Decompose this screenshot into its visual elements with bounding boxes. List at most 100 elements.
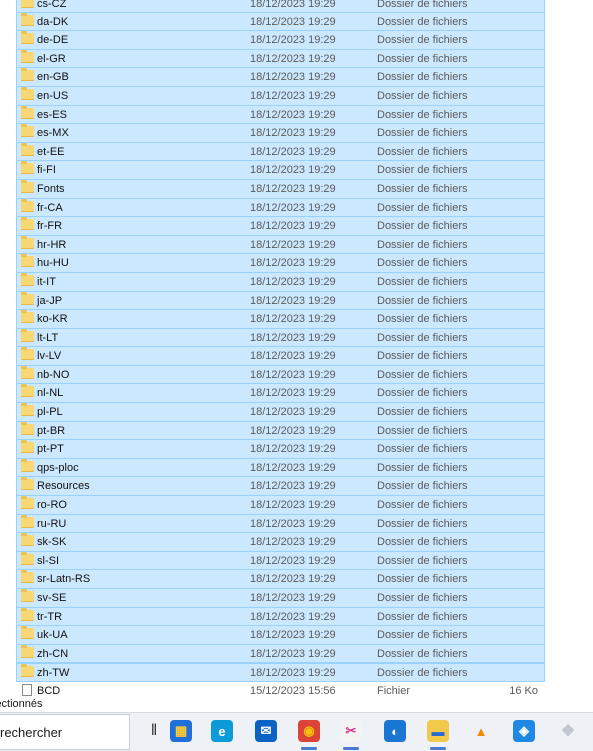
folder-row[interactable]: fr-CA 18/12/2023 19:29 Dossier de fichiers bbox=[16, 198, 545, 218]
file-type: Dossier de fichiers bbox=[377, 89, 468, 102]
folder-row[interactable]: nl-NL 18/12/2023 19:29 Dossier de fichiers bbox=[16, 384, 545, 404]
file-type: Dossier de fichiers bbox=[377, 368, 468, 381]
file-type: Dossier de fichiers bbox=[377, 480, 468, 493]
app-store-blue-icon[interactable]: ◈ bbox=[513, 720, 535, 742]
folder-row[interactable]: pt-PT 18/12/2023 19:29 Dossier de fichiers bbox=[16, 440, 545, 459]
folder-row[interactable]: et-EE 18/12/2023 19:29 Dossier de fichiers bbox=[16, 142, 545, 162]
folder-row[interactable]: ru-RU 18/12/2023 19:29 Dossier de fichiers bbox=[16, 514, 545, 534]
folder-row[interactable]: en-GB 18/12/2023 19:29 Dossier de fichiers bbox=[16, 68, 545, 87]
file-date: 18/12/2023 19:29 bbox=[250, 71, 336, 84]
folder-row[interactable]: da-DK 18/12/2023 19:29 Dossier de fichiers bbox=[16, 12, 545, 32]
file-name: hu-HU bbox=[37, 257, 69, 270]
file-name: nb-NO bbox=[37, 368, 70, 381]
folder-row[interactable]: hr-HR 18/12/2023 19:29 Dossier de fichiers bbox=[16, 235, 545, 255]
folder-icon bbox=[21, 607, 34, 621]
taskbar-search-box[interactable]: rechercher bbox=[0, 714, 130, 750]
app-blue-icon[interactable]: ◐ bbox=[384, 720, 406, 742]
file-date: 18/12/2023 19:29 bbox=[250, 573, 336, 586]
folder-row[interactable]: en-US 18/12/2023 19:29 Dossier de fichiers bbox=[16, 86, 545, 106]
folder-row[interactable]: sk-SK 18/12/2023 19:29 Dossier de fichiers bbox=[16, 533, 545, 552]
folder-row[interactable]: de-DE 18/12/2023 19:29 Dossier de fichiers bbox=[16, 31, 545, 50]
folder-row[interactable]: fi-FI 18/12/2023 19:29 Dossier de fichiers bbox=[16, 161, 545, 180]
folder-icon bbox=[21, 86, 34, 100]
task-view-icon[interactable]: ‖ bbox=[143, 720, 165, 742]
folder-row[interactable]: qps-ploc 18/12/2023 19:29 Dossier de fichi… bbox=[16, 458, 545, 478]
folder-row[interactable]: Resources 18/12/2023 19:29 Dossier de fich… bbox=[16, 477, 545, 497]
folder-row[interactable]: es-ES 18/12/2023 19:29 Dossier de fichiers bbox=[16, 105, 545, 125]
file-name: nl-NL bbox=[37, 387, 64, 400]
file-type: Dossier de fichiers bbox=[377, 387, 468, 400]
folder-icon bbox=[21, 12, 34, 26]
file-date: 18/12/2023 19:29 bbox=[250, 517, 336, 530]
file-date: 18/12/2023 19:29 bbox=[250, 368, 336, 381]
folder-row[interactable]: el-GR 18/12/2023 19:29 Dossier de fichiers bbox=[16, 49, 545, 69]
file-date: 18/12/2023 19:29 bbox=[250, 536, 336, 549]
folder-icon bbox=[21, 161, 34, 175]
folder-row[interactable]: sl-SI 18/12/2023 19:29 Dossier de fichiers bbox=[16, 551, 545, 571]
folder-row[interactable]: lv-LV 18/12/2023 19:29 Dossier de fichiers bbox=[16, 347, 545, 366]
folder-icon bbox=[21, 664, 34, 678]
folder-row[interactable]: sr-Latn-RS 18/12/2023 19:29 Dossier de fic… bbox=[16, 570, 545, 589]
folder-row[interactable]: ja-JP 18/12/2023 19:29 Dossier de fichiers bbox=[16, 291, 545, 311]
file-name: it-IT bbox=[37, 275, 56, 288]
snipping-tool-icon[interactable]: ✂ bbox=[340, 720, 362, 742]
folder-icon bbox=[21, 217, 34, 231]
file-type: Dossier de fichiers bbox=[377, 461, 468, 474]
dropbox-icon[interactable]: ❖ bbox=[557, 720, 579, 742]
folder-row[interactable]: es-MX 18/12/2023 19:29 Dossier de fichiers bbox=[16, 124, 545, 143]
folder-icon bbox=[21, 49, 34, 63]
folder-row[interactable]: ro-RO 18/12/2023 19:29 Dossier de fichiers bbox=[16, 496, 545, 515]
file-type: Dossier de fichiers bbox=[377, 313, 468, 326]
file-name: zh-TW bbox=[37, 667, 70, 680]
folder-row[interactable]: lt-LT 18/12/2023 19:29 Dossier de fichiers bbox=[16, 328, 545, 348]
microsoft-store-icon[interactable]: ▦ bbox=[170, 720, 192, 742]
file-date: 18/12/2023 19:29 bbox=[250, 331, 336, 344]
folder-icon bbox=[21, 198, 34, 212]
file-type: Dossier de fichiers bbox=[377, 331, 468, 344]
mail-icon[interactable]: ✉ bbox=[255, 720, 277, 742]
status-bar: lectionnés bbox=[0, 696, 593, 712]
folder-row[interactable]: uk-UA 18/12/2023 19:29 Dossier de fichiers bbox=[16, 626, 545, 645]
folder-row[interactable]: hu-HU 18/12/2023 19:29 Dossier de fichiers bbox=[16, 254, 545, 273]
file-icon bbox=[22, 683, 32, 696]
file-date: 18/12/2023 19:29 bbox=[250, 387, 336, 400]
file-type: Dossier de fichiers bbox=[377, 127, 468, 140]
folder-row[interactable]: zh-CN 18/12/2023 19:29 Dossier de fichiers bbox=[16, 644, 545, 664]
file-name: tr-TR bbox=[37, 610, 63, 623]
folder-icon bbox=[21, 458, 34, 472]
file-date: 18/12/2023 19:29 bbox=[250, 406, 336, 419]
vlc-icon[interactable]: ▲ bbox=[470, 720, 492, 742]
folder-row[interactable]: fr-FR 18/12/2023 19:29 Dossier de fichiers bbox=[16, 217, 545, 236]
folder-icon bbox=[21, 496, 34, 510]
folder-row[interactable]: nb-NO 18/12/2023 19:29 Dossier de fichiers bbox=[16, 365, 545, 385]
folder-row[interactable]: sv-SE 18/12/2023 19:29 Dossier de fichiers bbox=[16, 589, 545, 608]
file-date: 18/12/2023 19:29 bbox=[250, 294, 336, 307]
folder-row[interactable]: pt-BR 18/12/2023 19:29 Dossier de fichiers bbox=[16, 421, 545, 441]
file-type: Dossier de fichiers bbox=[377, 201, 468, 214]
folder-row[interactable]: pl-PL 18/12/2023 19:29 Dossier de fichiers bbox=[16, 403, 545, 422]
taskbar-search-text: rechercher bbox=[0, 725, 63, 740]
file-name: de-DE bbox=[37, 34, 69, 47]
edge-icon[interactable]: e bbox=[211, 720, 233, 742]
folder-row[interactable]: cs-CZ 18/12/2023 19:29 Dossier de fichiers bbox=[16, 0, 545, 13]
file-date: 18/12/2023 19:29 bbox=[250, 89, 336, 102]
folder-row[interactable]: tr-TR 18/12/2023 19:29 Dossier de fichiers bbox=[16, 607, 545, 627]
folder-icon bbox=[21, 644, 34, 658]
folder-row[interactable]: ko-KR 18/12/2023 19:29 Dossier de fichiers bbox=[16, 310, 545, 329]
folder-row[interactable]: zh-TW 18/12/2023 19:29 Dossier de fichiers bbox=[16, 663, 545, 682]
file-type: Dossier de fichiers bbox=[377, 499, 468, 512]
file-type: Dossier de fichiers bbox=[377, 424, 468, 437]
folder-row[interactable]: it-IT 18/12/2023 19:29 Dossier de fichiers bbox=[16, 272, 545, 292]
file-list: cs-CZ 18/12/2023 19:29 Dossier de fichiers… bbox=[0, 0, 593, 701]
file-type: Dossier de fichiers bbox=[377, 34, 468, 47]
file-date: 18/12/2023 19:29 bbox=[250, 182, 336, 195]
file-type: Dossier de fichiers bbox=[377, 350, 468, 363]
file-date: 18/12/2023 19:29 bbox=[250, 443, 336, 456]
file-name: pl-PL bbox=[37, 406, 63, 419]
file-date: 18/12/2023 19:29 bbox=[250, 592, 336, 604]
chrome-icon[interactable]: ◉ bbox=[298, 720, 320, 742]
file-explorer-icon[interactable]: ▬ bbox=[427, 720, 449, 742]
folder-row[interactable]: Fonts 18/12/2023 19:29 Dossier de fichiers bbox=[16, 179, 545, 199]
file-name: sk-SK bbox=[37, 536, 67, 549]
file-name: hr-HR bbox=[37, 238, 67, 251]
